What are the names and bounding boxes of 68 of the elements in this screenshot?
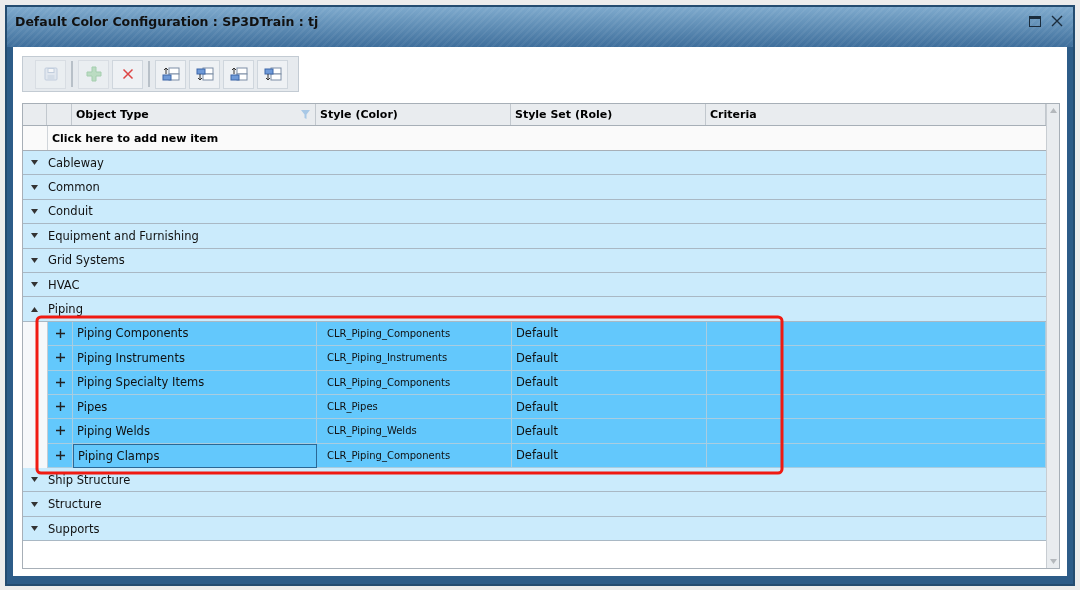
table-row[interactable]: Piping Specialty Items CLR_Piping_Components Default xyxy=(23,370,1046,395)
table-cell: CLR_Piping_Welds xyxy=(317,419,512,444)
cross-icon xyxy=(121,68,134,80)
group-label: Conduit xyxy=(48,204,93,219)
table-cell: Default xyxy=(512,346,707,371)
table-cell: CLR_Piping_Instruments xyxy=(317,346,512,371)
column-header[interactable]: Object Type xyxy=(72,104,316,125)
group-label: Equipment and Furnishing xyxy=(48,228,199,243)
table-row[interactable]: Piping Clamps CLR_Piping_Components Default xyxy=(23,443,1046,469)
group-label: HVAC xyxy=(48,277,80,292)
table-cell: Piping Instruments xyxy=(73,346,317,371)
plus-icon xyxy=(85,66,102,82)
group-label: Piping xyxy=(48,302,83,317)
column-header[interactable]: Style (Color) xyxy=(316,104,511,125)
caret-icon[interactable] xyxy=(31,477,38,483)
caret-icon[interactable] xyxy=(31,306,38,312)
plus-icon[interactable] xyxy=(55,450,65,460)
plus-icon[interactable] xyxy=(55,426,65,436)
move-row-icon xyxy=(263,66,282,82)
group-row[interactable]: Cableway xyxy=(23,151,1046,176)
caret-icon[interactable] xyxy=(31,184,38,190)
group-label: Cableway xyxy=(48,155,104,170)
plus-icon[interactable] xyxy=(55,377,65,387)
caret-icon[interactable] xyxy=(31,501,38,507)
group-row[interactable]: Equipment and Furnishing xyxy=(23,224,1046,249)
group-label: Ship Structure xyxy=(48,472,131,487)
table-row[interactable]: Piping Welds CLR_Piping_Welds Default xyxy=(23,419,1046,444)
group-row[interactable]: Common xyxy=(23,175,1046,200)
group-label: Structure xyxy=(48,497,102,512)
move-top-button[interactable] xyxy=(223,59,254,89)
group-row[interactable]: Piping xyxy=(23,297,1046,322)
caret-icon[interactable] xyxy=(31,233,38,239)
table-row[interactable]: Piping Components CLR_Piping_Components Default xyxy=(23,321,1046,347)
move-row-icon xyxy=(195,66,214,82)
group-label: Common xyxy=(48,180,100,195)
group-row[interactable]: Conduit xyxy=(23,199,1046,225)
add-item-row[interactable]: Click here to add new item xyxy=(48,131,219,145)
group-label: Grid Systems xyxy=(48,253,125,268)
group-row[interactable]: Grid Systems xyxy=(23,248,1046,273)
plus-icon[interactable] xyxy=(55,353,65,363)
move-row-icon xyxy=(229,66,248,82)
table-cell: Piping Clamps xyxy=(73,443,317,469)
group-row[interactable]: Structure xyxy=(23,492,1046,517)
column-header[interactable]: Style Set (Role) xyxy=(511,104,706,125)
table-cell: Piping Welds xyxy=(73,419,317,444)
caret-icon[interactable] xyxy=(31,257,38,263)
move-row-icon xyxy=(161,66,180,82)
table-cell: Default xyxy=(512,419,707,444)
caret-icon[interactable] xyxy=(31,282,38,288)
move-bottom-button[interactable] xyxy=(257,59,288,89)
maximize-icon[interactable] xyxy=(1029,15,1041,27)
caret-icon[interactable] xyxy=(31,160,38,166)
group-row[interactable]: HVAC xyxy=(23,272,1046,298)
table-row[interactable]: Pipes CLR_Pipes Default xyxy=(23,394,1046,420)
move-up-button[interactable] xyxy=(155,59,186,89)
move-down-button[interactable] xyxy=(189,59,220,89)
table-cell: Default xyxy=(512,370,707,395)
plus-icon[interactable] xyxy=(55,328,65,338)
table-row[interactable]: Piping Instruments CLR_Piping_Instruments Default xyxy=(23,346,1046,371)
plus-icon[interactable] xyxy=(55,402,65,412)
caret-icon[interactable] xyxy=(31,526,38,532)
close-icon[interactable] xyxy=(1051,15,1063,27)
group-label: Supports xyxy=(48,521,100,536)
table-cell: Piping Specialty Items xyxy=(73,370,317,395)
window-title: Default Color Configuration : SP3DTrain : tj xyxy=(15,13,320,29)
caret-icon[interactable] xyxy=(31,208,38,214)
table-cell: CLR_Piping_Components xyxy=(317,370,512,395)
group-row[interactable]: Supports xyxy=(23,516,1046,542)
